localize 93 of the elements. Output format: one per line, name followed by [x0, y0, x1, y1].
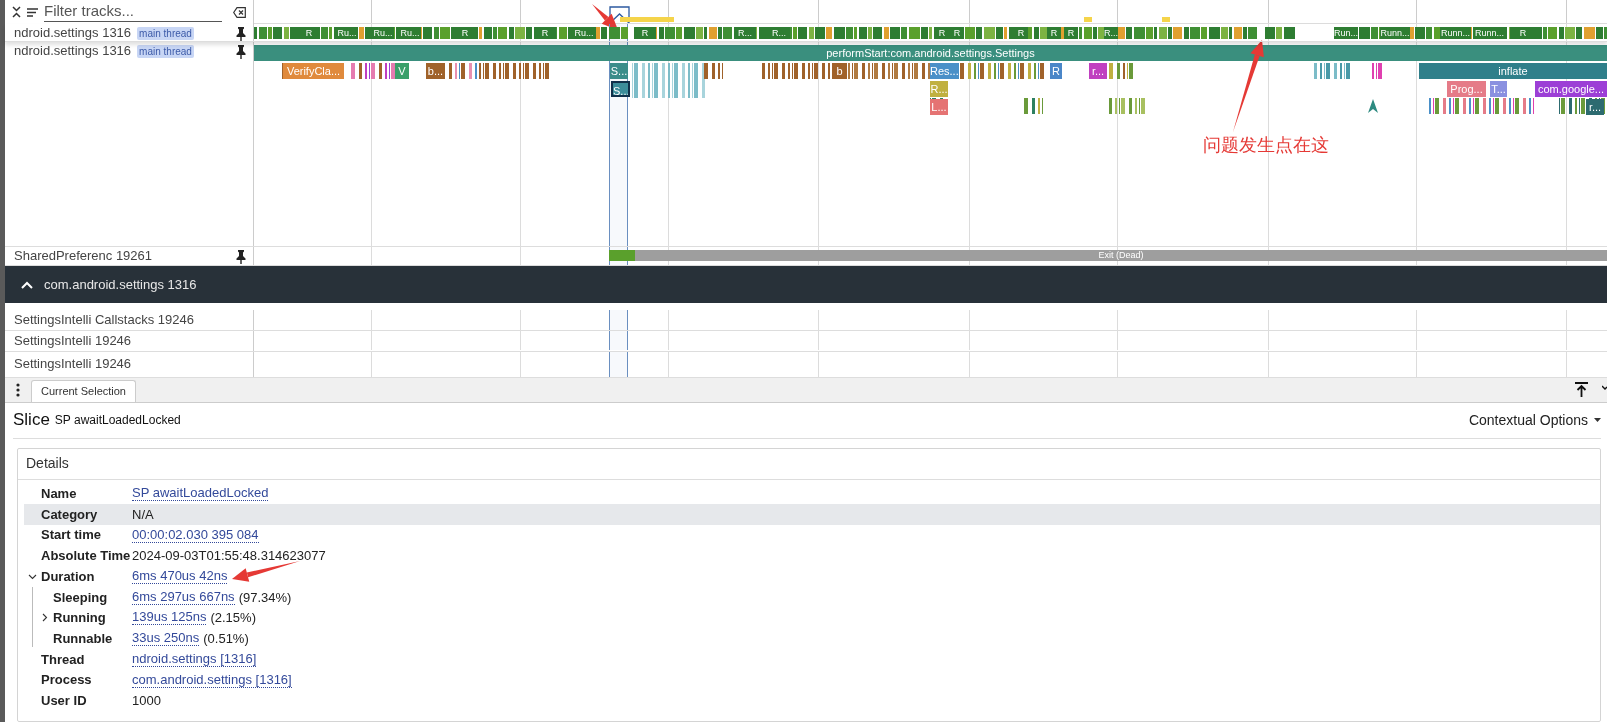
panel-tab[interactable]: Current Selection: [31, 379, 136, 402]
slice[interactable]: VerifyCla...: [283, 63, 344, 79]
slice[interactable]: r...: [1586, 99, 1604, 115]
slice[interactable]: performStart:com.android.settings.Settings: [254, 45, 1607, 61]
more-icon: [16, 382, 20, 397]
thread-state: Runn...: [1440, 27, 1471, 39]
track-name: ndroid.settings 1316: [14, 25, 132, 41]
field-value: N/A: [132, 505, 154, 524]
thread-state: R...: [768, 27, 790, 39]
field-label: Category: [41, 505, 98, 524]
flow-arrow-icon: [1368, 99, 1378, 113]
thread-state: Runn...: [1474, 27, 1505, 39]
field-label: Runnable: [53, 629, 113, 648]
track-name: ndroid.settings 1316: [14, 43, 132, 59]
caret-icon: [1602, 384, 1607, 391]
percentage: (2.15%): [210, 609, 256, 628]
slice[interactable]: L...: [930, 99, 948, 115]
field-value: 2024-09-03T01:55:48.314623077: [132, 547, 326, 566]
slice[interactable]: r...: [1089, 63, 1107, 79]
value-link[interactable]: 139us 125ns: [132, 610, 207, 626]
field-label: User ID: [41, 691, 87, 710]
field-label: Process: [41, 671, 92, 690]
slice-kind-label: Slice: [13, 409, 50, 432]
value-link[interactable]: 33us 250ns: [132, 631, 200, 647]
thread-state: R: [1014, 27, 1028, 39]
clear-icon: [233, 6, 246, 18]
slice[interactable]: S...: [611, 81, 630, 97]
slice[interactable]: S...: [610, 63, 628, 79]
chevron-right-icon[interactable]: [40, 613, 49, 623]
thread-state: Ru...: [336, 27, 358, 39]
contextual-options-button[interactable]: Contextual Options: [1468, 409, 1601, 431]
field-label: Name: [41, 485, 77, 504]
field-label: Sleeping: [53, 588, 108, 607]
caret-icon: [1594, 418, 1601, 422]
percentage: (0.51%): [203, 629, 249, 648]
chevron-down-icon[interactable]: [28, 572, 37, 582]
selection-marker-icon: [609, 6, 630, 23]
flow-marker: [620, 17, 674, 22]
thread-state: [609, 250, 635, 261]
track-name: SettingsIntelli 19246: [14, 355, 132, 374]
field-label: Thread: [41, 650, 85, 669]
field-label: Duration: [41, 567, 95, 586]
thread-state: Ru...: [399, 27, 421, 39]
collapse-icon: [12, 6, 21, 18]
slice[interactable]: b...: [426, 63, 445, 79]
thread-state: Exit (Dead): [635, 250, 1607, 261]
selection-highlight: [609, 310, 628, 330]
track-name: SharedPreferenc 19261: [14, 248, 153, 264]
thread-state: Ru...: [572, 27, 596, 39]
process-header[interactable]: com.android.settings 1316: [5, 266, 1607, 303]
slice[interactable]: inflate: [1419, 63, 1607, 79]
details-title: Details: [26, 454, 69, 473]
track-name: SettingsIntelli 19246: [14, 332, 132, 350]
slice[interactable]: T...: [1490, 81, 1507, 97]
thread-state: Run...: [1334, 27, 1358, 39]
slice[interactable]: Prog...: [1447, 81, 1486, 97]
filter-field[interactable]: Filter tracks...: [44, 2, 222, 22]
thread-tag: main thread: [137, 45, 194, 58]
thread-state: R...: [1104, 27, 1118, 39]
slice-title: SP awaitLoadedLocked: [54, 412, 181, 429]
value-link[interactable]: 00:00:02.030 395 084: [132, 527, 259, 543]
value-link[interactable]: SP awaitLoadedLocked: [132, 486, 269, 502]
value-link[interactable]: com.android.settings [1316]: [132, 672, 292, 688]
slice[interactable]: b: [832, 63, 847, 79]
selection-highlight: [609, 351, 628, 377]
slice[interactable]: V: [395, 63, 409, 79]
thread-tag: main thread: [137, 27, 194, 40]
thread-state: R: [1047, 27, 1061, 39]
field-label: Start time: [41, 526, 101, 545]
selection-highlight: [609, 331, 628, 350]
slice[interactable]: R: [1050, 63, 1062, 79]
field-label: Running: [53, 609, 106, 628]
value-link[interactable]: 6ms 297us 667ns: [132, 589, 235, 605]
filter-icon: [27, 7, 38, 17]
track-name: SettingsIntelli Callstacks 19246: [14, 311, 194, 330]
annotation-text: 问题发生点在这: [1203, 133, 1329, 157]
value-link[interactable]: 6ms 470us 42ns: [132, 569, 228, 585]
thread-state: R: [634, 27, 656, 39]
pin-to-top-icon: [1575, 381, 1588, 397]
field-value: 1000: [132, 691, 161, 710]
flow-marker: [1084, 17, 1092, 22]
thread-state: Runn...: [1380, 27, 1410, 39]
slice[interactable]: Res...: [930, 63, 958, 79]
thread-state: Ru...: [372, 27, 394, 39]
annotation-arrow: [592, 4, 618, 30]
slice[interactable]: com.google...: [1535, 81, 1607, 97]
field-label: Absolute Time: [41, 547, 131, 566]
thread-state: R: [1510, 27, 1536, 39]
thread-state: R: [534, 27, 556, 39]
percentage: (97.34%): [238, 588, 292, 607]
value-link[interactable]: ndroid.settings [1316]: [132, 651, 257, 667]
flow-marker: [1162, 17, 1170, 22]
thread-state: R...: [734, 27, 756, 39]
